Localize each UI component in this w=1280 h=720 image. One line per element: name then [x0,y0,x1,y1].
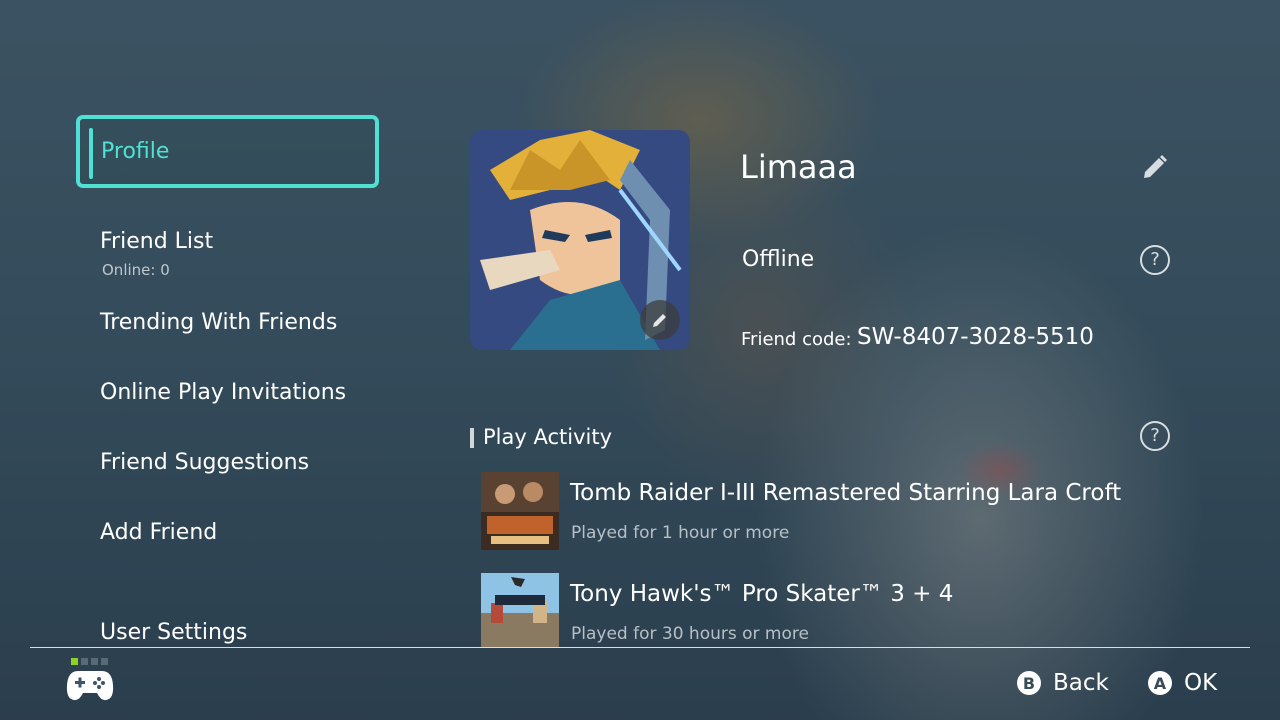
section-marker [470,428,474,448]
sidebar-item-friend-list[interactable]: Friend List [100,229,213,254]
sidebar-item-user-settings[interactable]: User Settings [100,620,247,645]
sidebar-item-online-play-invitations[interactable]: Online Play Invitations [100,380,346,405]
game-title[interactable]: Tomb Raider I-III Remastered Starring La… [570,480,1121,506]
page-dot [81,658,88,665]
sidebar-item-friend-suggestions[interactable]: Friend Suggestions [100,450,309,475]
page-dot [71,658,78,665]
online-count: Online: 0 [102,261,170,279]
online-status: Offline [742,247,815,272]
sidebar-item-add-friend[interactable]: Add Friend [100,520,217,545]
game-playtime: Played for 30 hours or more [571,624,809,644]
sidebar-item-label: Profile [101,139,170,164]
page-dot [91,658,98,665]
game-thumbnail[interactable] [481,573,559,647]
friend-code-label: Friend code: [741,329,852,350]
game-playtime: Played for 1 hour or more [571,523,790,543]
selection-bar [89,128,93,179]
sidebar-item-profile[interactable]: Profile [76,115,379,188]
game-thumbnail[interactable] [481,472,559,550]
pencil-icon[interactable] [1140,152,1170,182]
a-button-icon: A [1148,671,1172,695]
pencil-icon [653,314,666,327]
ok-label: OK [1184,670,1218,696]
gamepad-icon [66,671,114,701]
page-indicator [71,658,108,665]
game-title[interactable]: Tony Hawk's™ Pro Skater™ 3 + 4 [570,581,953,607]
ok-button[interactable]: A OK [1148,670,1217,696]
question-circle-icon[interactable]: ? [1140,421,1170,451]
back-button[interactable]: B Back [1017,670,1109,696]
avatar-edit-button[interactable] [640,300,680,340]
sidebar-item-trending[interactable]: Trending With Friends [100,310,337,335]
b-button-icon: B [1017,671,1041,695]
back-label: Back [1053,670,1109,696]
section-title: Play Activity [483,425,613,449]
friend-code: SW-8407-3028-5510 [857,324,1094,350]
question-circle-icon[interactable]: ? [1140,245,1170,275]
footer-divider [30,647,1250,648]
sidebar: Profile Friend List Online: 0 Trending W… [0,0,440,648]
username: Limaaa [740,148,857,186]
page-dot [101,658,108,665]
